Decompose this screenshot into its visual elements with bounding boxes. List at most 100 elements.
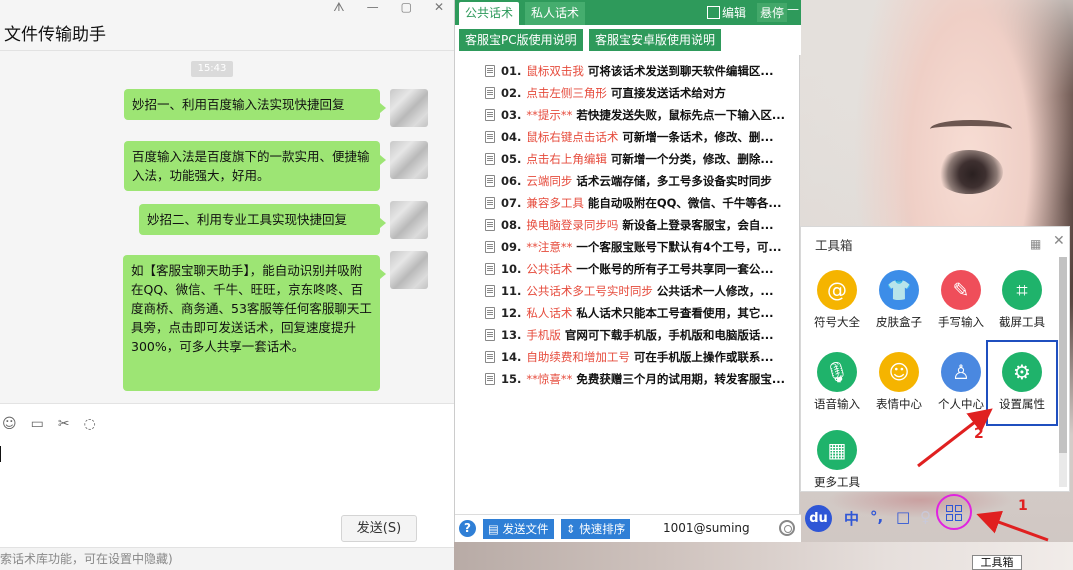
script-number: 05. [501, 152, 522, 166]
tool-shirt[interactable]: 👕 皮肤盒子 [868, 270, 930, 338]
account-label: 1001@suming [663, 521, 750, 535]
close-icon[interactable]: ✕ [1053, 233, 1065, 249]
tool-microphone[interactable]: 🎙 语音输入 [806, 352, 868, 420]
script-number: 03. [501, 108, 522, 122]
tool-smiley[interactable]: ☺ 表情中心 [868, 352, 930, 420]
minimize-button[interactable]: — [787, 2, 799, 16]
script-highlight: 兼容多工具 [526, 196, 584, 210]
script-item[interactable]: 06. 云端同步 话术云端存储，多工号多设备实时同步 [485, 170, 801, 192]
status-line: 索话术库功能，可在设置中隐藏) [0, 547, 454, 570]
message-bubble[interactable]: 妙招一、利用百度输入法实现快捷回复 [124, 89, 386, 120]
message-bubble[interactable]: 百度输入法是百度旗下的一款实用、便捷输入法，功能强大，好用。 [124, 141, 386, 191]
tool-user[interactable]: ♙ 个人中心 [930, 352, 992, 420]
emoji-icon[interactable]: ☺ [2, 416, 17, 432]
pin-button[interactable]: 悬停 [757, 3, 788, 22]
script-item[interactable]: 05. 点击右上角编辑 可新增一个分类，修改、删除... [485, 148, 801, 170]
script-item[interactable]: 02. 点击左侧三角形 可直接发送话术给对方 [485, 82, 801, 104]
document-icon [485, 373, 495, 385]
script-text: 可直接发送话术给对方 [610, 86, 726, 100]
skin-icon[interactable]: □ [896, 508, 910, 526]
maximize-icon[interactable]: ▢ [401, 0, 412, 18]
script-number: 07. [501, 196, 522, 210]
quick-sort-label: 快速排序 [579, 522, 626, 536]
document-icon [485, 65, 495, 77]
annotation-number: 1 [1018, 498, 1028, 514]
script-highlight: **惊喜** [526, 372, 573, 386]
script-item[interactable]: 03. **提示** 若快捷发送失败，鼠标先点一下输入区... [485, 104, 801, 126]
script-item[interactable]: 09. **注意** 一个客服宝账号下默认有4个工号，可... [485, 236, 801, 258]
send-file-button[interactable]: ▤ 发送文件 [483, 519, 554, 539]
toolbox-button-icon[interactable] [946, 505, 962, 521]
document-icon [485, 241, 495, 253]
layout-icon[interactable]: ▦ [1030, 237, 1041, 251]
tool-grid[interactable]: ▦ 更多工具 [806, 430, 868, 498]
script-number: 14. [501, 350, 522, 364]
tool-pen[interactable]: ✎ 手写输入 [930, 270, 992, 338]
pin-window-icon[interactable]: ᗑ [333, 0, 344, 18]
punctuation-toggle[interactable]: °, [870, 508, 883, 526]
message-bubble[interactable]: 妙招二、利用专业工具实现快捷回复 [139, 204, 386, 235]
script-number: 15. [501, 372, 522, 386]
script-item[interactable]: 11. 公共话术多工号实时同步 公共话术一人修改，... [485, 280, 801, 302]
scissors-icon[interactable]: ✂ [58, 416, 70, 432]
chinese-mode-toggle[interactable]: 中 [844, 508, 859, 529]
minimize-icon[interactable]: — [367, 0, 379, 18]
script-highlight: 鼠标双击我 [526, 64, 584, 78]
document-icon [485, 87, 495, 99]
script-item[interactable]: 12. 私人话术 私人话术只能本工号查看使用，其它... [485, 302, 801, 324]
tool-label: 皮肤盒子 [876, 315, 922, 329]
tool-label: 个人中心 [938, 397, 984, 411]
script-item[interactable]: 04. 鼠标右键点击话术 可新增一条话术，修改、删... [485, 126, 801, 148]
script-text: 可在手机版上操作或联系... [633, 350, 774, 364]
tab-public-scripts[interactable]: 公共话术 [459, 2, 520, 25]
text-caret [0, 446, 1, 462]
script-highlight: 公共话术 [526, 262, 573, 276]
close-icon[interactable]: ✕ [434, 0, 444, 18]
tab-private-scripts[interactable]: 私人话术 [525, 2, 586, 25]
script-number: 08. [501, 218, 522, 232]
document-icon [485, 175, 495, 187]
script-item[interactable]: 08. 换电脑登录同步吗 新设备上登录客服宝，会自... [485, 214, 801, 236]
script-text: 话术云端存储，多工号多设备实时同步 [576, 174, 772, 188]
tab-pc-guide[interactable]: 客服宝PC版使用说明 [459, 29, 583, 51]
document-icon [485, 351, 495, 363]
chat-title: 文件传输助手 [4, 25, 106, 45]
tool-crop[interactable]: ⌗ 截屏工具 [991, 270, 1053, 338]
help-icon[interactable]: ? [459, 520, 476, 537]
script-item[interactable]: 07. 兼容多工具 能自动吸附在QQ、微信、千牛等各... [485, 192, 801, 214]
script-number: 09. [501, 240, 522, 254]
edit-button[interactable]: 编辑 [707, 4, 746, 21]
script-number: 06. [501, 174, 522, 188]
folder-icon[interactable]: ▭ [31, 416, 44, 432]
sub-tabbar: 客服宝PC版使用说明 客服宝安卓版使用说明 [455, 25, 801, 55]
message-bubble[interactable]: 如【客服宝聊天助手】，能自动识别并吸附在QQ、微信、千牛、旺旺，京东咚咚、百度商… [123, 255, 386, 391]
document-icon [485, 329, 495, 341]
chat-history-icon[interactable]: ◌ [84, 416, 96, 432]
avatar[interactable] [390, 251, 428, 289]
user-icon[interactable]: ♀ [920, 508, 931, 526]
toolbox-scroll-thumb[interactable] [1059, 257, 1067, 453]
script-item[interactable]: 15. **惊喜** 免费获赠三个月的试用期，转发客服宝... [485, 368, 801, 390]
script-number: 10. [501, 262, 522, 276]
script-item[interactable]: 13. 手机版 官网可下载手机版，手机版和电脑版话... [485, 324, 801, 346]
script-text: 公共话术一人修改，... [656, 284, 774, 298]
tab-android-guide[interactable]: 客服宝安卓版使用说明 [589, 29, 722, 51]
avatar[interactable] [390, 89, 428, 127]
baidu-ime-logo[interactable]: du [805, 505, 832, 532]
message-time: 15:43 [191, 61, 233, 77]
tool-at[interactable]: @ 符号大全 [806, 270, 868, 338]
send-button[interactable]: 发送(S) [341, 515, 417, 542]
script-highlight: 手机版 [526, 328, 561, 342]
avatar[interactable] [390, 141, 428, 179]
script-item[interactable]: 10. 公共话术 一个账号的所有子工号共享同一套公... [485, 258, 801, 280]
avatar[interactable] [390, 201, 428, 239]
settings-icon[interactable] [779, 520, 795, 536]
wallpaper-detail [935, 150, 1003, 194]
script-item[interactable]: 14. 自助续费和增加工号 可在手机版上操作或联系... [485, 346, 801, 368]
input-toolbar: ☺ ▭ ✂ ◌ [2, 416, 96, 432]
panel-tabbar: 公共话术 私人话术 编辑 悬停 — [455, 0, 801, 25]
message-list[interactable]: 15:43 妙招一、利用百度输入法实现快捷回复 百度输入法是百度旗下的一款实用、… [0, 51, 454, 403]
script-item[interactable]: 01. 鼠标双击我 可将该话术发送到聊天软件编辑区... [485, 60, 801, 82]
quick-sort-button[interactable]: ⇕ 快速排序 [561, 519, 631, 539]
tool-label: 更多工具 [814, 475, 860, 489]
